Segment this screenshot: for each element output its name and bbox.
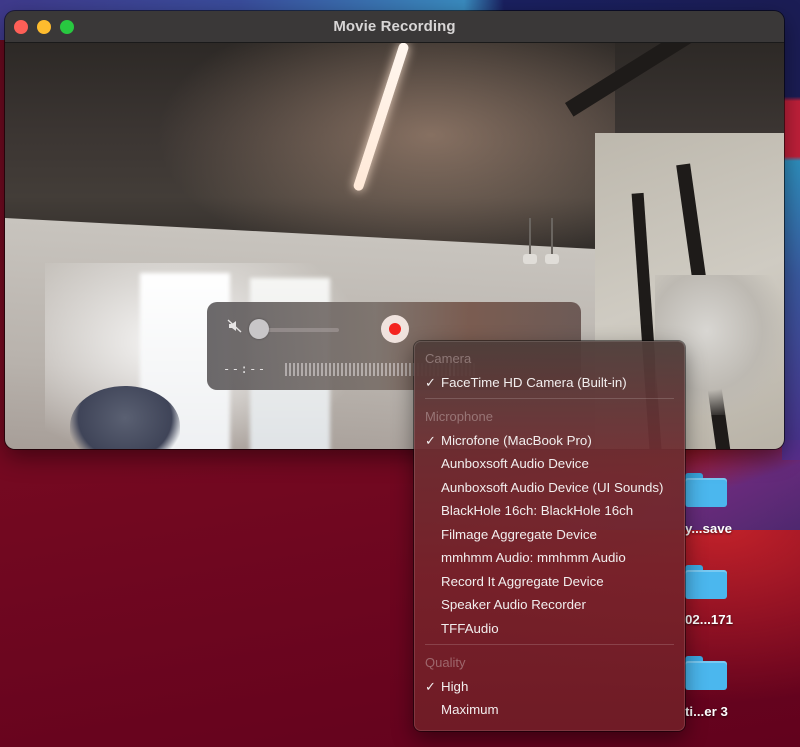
menu-item[interactable]: Speaker Audio Recorder (414, 593, 685, 617)
menu-item[interactable]: ✓ Microfone (MacBook Pro) (414, 429, 685, 453)
desktop-folder-3[interactable] (685, 656, 727, 690)
audio-meter-tick (309, 363, 311, 376)
menu-item[interactable]: Aunboxsoft Audio Device (414, 452, 685, 476)
checkmark-icon: ✓ (425, 678, 436, 694)
audio-meter-tick (337, 363, 339, 376)
menu-item-label: Microfone (MacBook Pro) (441, 432, 592, 448)
menu-item[interactable]: Record It Aggregate Device (414, 570, 685, 594)
audio-meter-tick (361, 363, 363, 376)
audio-meter-tick (377, 363, 379, 376)
checkmark-icon: ✓ (425, 374, 436, 390)
menu-item-label: Aunboxsoft Audio Device (UI Sounds) (441, 479, 664, 495)
audio-meter-tick (305, 363, 307, 376)
menu-item-label: mmhmm Audio: mmhmm Audio (441, 550, 626, 565)
menu-item-label: Aunboxsoft Audio Device (441, 456, 589, 471)
audio-meter-tick (353, 363, 355, 376)
audio-meter-tick (317, 363, 319, 376)
menu-item-label: FaceTime HD Camera (Built-in) (441, 374, 627, 390)
menu-item[interactable]: TFFAudio (414, 617, 685, 641)
menu-section-header: Microphone (425, 409, 493, 424)
record-dot-icon (389, 323, 401, 335)
menu-section-header: Camera (425, 351, 472, 366)
audio-meter-tick (321, 363, 323, 376)
menu-item-label: Speaker Audio Recorder (441, 597, 586, 612)
audio-meter-tick (313, 363, 315, 376)
desktop-folder-label-1[interactable]: y...save (685, 521, 732, 536)
audio-meter-tick (365, 363, 367, 376)
audio-meter-tick (289, 363, 291, 376)
audio-meter-tick (285, 363, 287, 376)
menu-section-header: Quality (425, 655, 466, 670)
menu-item-label: TFFAudio (441, 620, 499, 636)
menu-item[interactable]: BlackHole 16ch: BlackHole 16ch (414, 499, 685, 523)
audio-meter-tick (357, 363, 359, 376)
desktop-folder-label-3[interactable]: ti...er 3 (685, 704, 728, 719)
menu-item-label: High (441, 678, 469, 694)
audio-meter-tick (325, 363, 327, 376)
title-bar[interactable]: Movie Recording (5, 11, 784, 43)
audio-meter-tick (409, 363, 411, 376)
zoom-button[interactable] (60, 20, 74, 34)
audio-meter-tick (381, 363, 383, 376)
audio-meter-tick (369, 363, 371, 376)
menu-separator (425, 644, 674, 645)
audio-meter-tick (373, 363, 375, 376)
minimize-button[interactable] (37, 20, 51, 34)
checkmark-icon: ✓ (425, 432, 436, 448)
menu-item[interactable]: Aunboxsoft Audio Device (UI Sounds) (414, 476, 685, 500)
options-menu: Camera ✓ FaceTime HD Camera (Built-in) Micr… (414, 341, 685, 731)
volume-slider-track[interactable] (259, 328, 339, 332)
audio-meter-tick (329, 363, 331, 376)
audio-meter-tick (349, 363, 351, 376)
menu-item[interactable]: ✓ High (414, 675, 685, 699)
menu-item[interactable]: Maximum (414, 698, 685, 722)
desktop-wallpaper-right (782, 0, 800, 460)
traffic-lights (14, 20, 74, 34)
speaker-muted-icon[interactable] (227, 318, 243, 334)
timecode: --:-- (223, 362, 267, 376)
audio-meter-tick (333, 363, 335, 376)
audio-meter-tick (397, 363, 399, 376)
desktop-folder-2[interactable] (685, 565, 727, 599)
menu-item-label: Record It Aggregate Device (441, 573, 604, 589)
audio-meter-tick (405, 363, 407, 376)
audio-meter-tick (389, 363, 391, 376)
menu-item-label: BlackHole 16ch: BlackHole 16ch (441, 503, 634, 518)
desktop-folder-label-2[interactable]: 02...171 (685, 612, 733, 627)
menu-separator (425, 398, 674, 399)
menu-item[interactable]: Filmage Aggregate Device (414, 523, 685, 547)
audio-meter-tick (401, 363, 403, 376)
audio-meter-tick (341, 363, 343, 376)
audio-meter-tick (393, 363, 395, 376)
volume-slider-knob[interactable] (249, 319, 269, 339)
window-title: Movie Recording (333, 18, 456, 35)
menu-item[interactable]: ✓ FaceTime HD Camera (Built-in) (414, 371, 685, 395)
menu-item[interactable]: mmhmm Audio: mmhmm Audio (414, 546, 685, 570)
record-button[interactable] (381, 315, 409, 343)
close-button[interactable] (14, 20, 28, 34)
menu-item-label: Maximum (441, 702, 499, 717)
audio-meter-tick (385, 363, 387, 376)
audio-meter-tick (297, 363, 299, 376)
audio-meter-tick (293, 363, 295, 376)
menu-item-label: Filmage Aggregate Device (441, 526, 597, 542)
audio-meter-tick (345, 363, 347, 376)
desktop-folder-1[interactable] (685, 473, 727, 507)
audio-meter-tick (301, 363, 303, 376)
